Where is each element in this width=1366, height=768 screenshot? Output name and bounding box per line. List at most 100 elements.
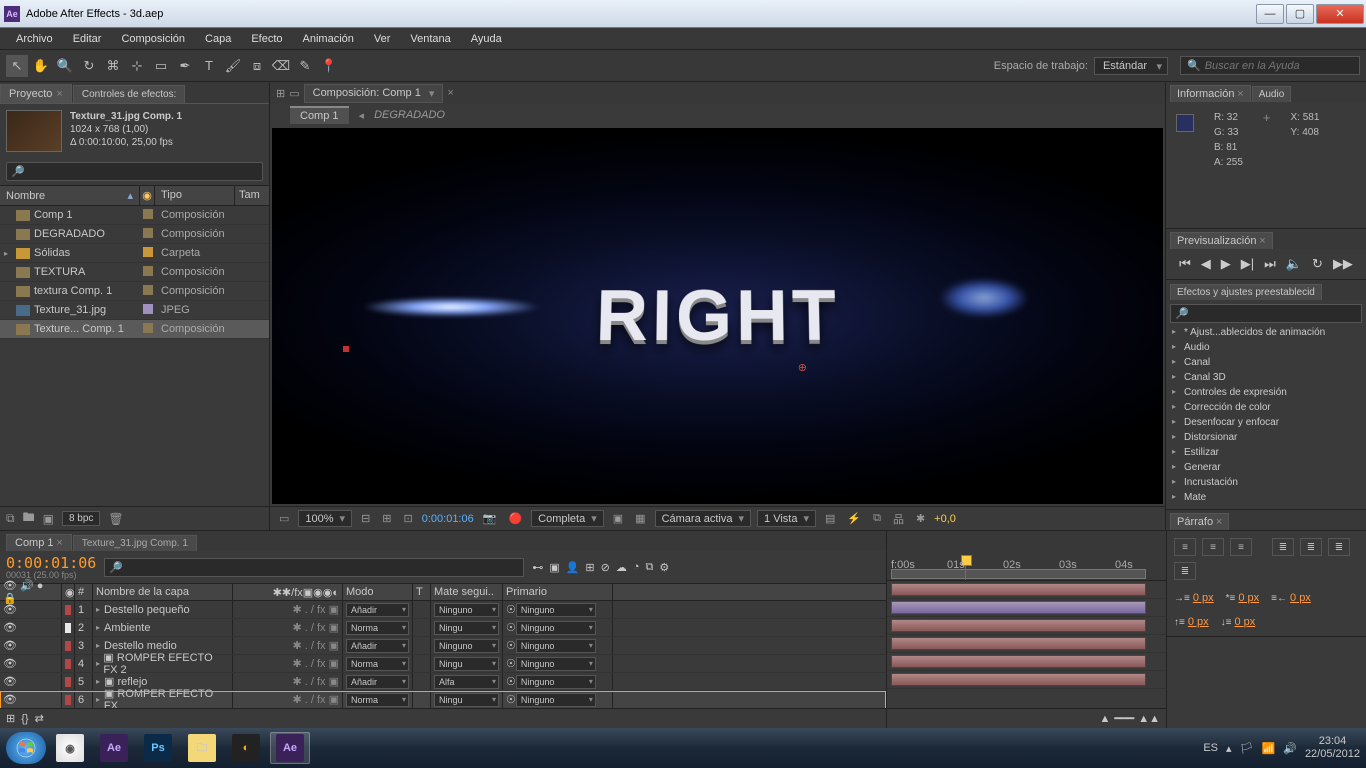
toggle-switches-icon[interactable]: ⊞ xyxy=(6,712,15,725)
first-frame-button[interactable]: ⏮ xyxy=(1179,256,1191,272)
effect-category[interactable]: Estilizar xyxy=(1170,445,1362,460)
zoom-tool[interactable]: 🔍 xyxy=(54,55,76,77)
tray-caret-icon[interactable]: ▴ xyxy=(1226,742,1232,755)
eraser-tool[interactable]: ⌫ xyxy=(270,55,292,77)
hide-shy-icon[interactable]: 👤 xyxy=(566,561,580,574)
graph-editor-icon[interactable]: ⧉ xyxy=(646,561,654,574)
folder-icon[interactable]: 🖿 xyxy=(23,508,35,529)
ruler-icon[interactable]: ⊟ xyxy=(358,512,373,525)
draft-3d-icon[interactable]: ▣ xyxy=(549,561,559,574)
selection-tool[interactable]: ↖ xyxy=(6,55,28,77)
timeline-layer-row[interactable]: 👁6▸ ▣ ROMPER EFECTO FX✱ . / fx ▣NormaNin… xyxy=(0,691,886,708)
menu-animación[interactable]: Animación xyxy=(293,30,364,48)
brainstorm-icon[interactable]: ☁ xyxy=(616,561,627,574)
camera-tool[interactable]: ⌘ xyxy=(102,55,124,77)
taskbar-app[interactable]: ◐ xyxy=(226,732,266,764)
zoom-dropdown[interactable]: 100% xyxy=(298,510,352,527)
resolution-dropdown[interactable]: Completa xyxy=(531,510,604,527)
help-search[interactable]: 🔍 xyxy=(1180,56,1360,75)
grid-icon[interactable]: ⊞ xyxy=(276,87,285,100)
auto-keyframe-icon[interactable]: ◔ xyxy=(633,561,640,574)
bpc-button[interactable]: 8 bpc xyxy=(62,511,100,526)
effect-category[interactable]: Corrección de color xyxy=(1170,400,1362,415)
toggle-modes-icon[interactable]: {} xyxy=(21,713,28,725)
loop-button[interactable]: ↻ xyxy=(1312,256,1323,272)
preview-tab[interactable]: Previsualización × xyxy=(1170,232,1273,249)
mask-icon[interactable]: ⊡ xyxy=(401,512,416,525)
camera-dropdown[interactable]: Cámara activa xyxy=(655,510,751,527)
puppet-tool[interactable]: 📍 xyxy=(318,55,340,77)
zoom-out-icon[interactable]: ▲ xyxy=(1099,713,1110,725)
menu-composición[interactable]: Composición xyxy=(111,30,195,48)
viewer-timecode[interactable]: 0:00:01:06 xyxy=(422,513,474,525)
roto-tool[interactable]: ✎ xyxy=(294,55,316,77)
grid-toggle-icon[interactable]: ⊞ xyxy=(379,512,394,525)
project-item[interactable]: TEXTURAComposición xyxy=(0,263,269,282)
timeline-icon[interactable]: ⧉ xyxy=(870,512,884,525)
ram-preview-button[interactable]: ▶▶ xyxy=(1333,256,1353,272)
menu-efecto[interactable]: Efecto xyxy=(241,30,292,48)
maximize-button[interactable]: ▢ xyxy=(1286,4,1314,24)
tray-volume-icon[interactable]: 🔊 xyxy=(1283,742,1297,755)
timeline-layer-row[interactable]: 👁4▸ ▣ ROMPER EFECTO FX 2✱ . / fx ▣NormaN… xyxy=(0,655,886,673)
effects-tab[interactable]: Efectos y ajustes preestablecid xyxy=(1170,284,1322,300)
help-search-input[interactable] xyxy=(1205,60,1353,72)
minimize-button[interactable]: — xyxy=(1256,4,1284,24)
play-button[interactable]: ▶ xyxy=(1221,256,1231,272)
project-tab[interactable]: Proyecto× xyxy=(0,84,72,103)
taskbar-explorer[interactable]: 🗀 xyxy=(182,732,222,764)
info-tab[interactable]: Información × xyxy=(1170,85,1251,102)
taskbar-ae-active[interactable]: Ae xyxy=(270,732,310,764)
last-frame-button[interactable]: ⏭ xyxy=(1264,256,1276,272)
hand-tool[interactable]: ✋ xyxy=(30,55,52,77)
mute-button[interactable]: 🔈 xyxy=(1286,256,1302,272)
effect-category[interactable]: Audio xyxy=(1170,340,1362,355)
fast-preview-icon[interactable]: ⚡ xyxy=(844,512,864,525)
prev-frame-button[interactable]: ◀ xyxy=(1201,256,1211,272)
current-time-indicator[interactable] xyxy=(965,555,966,580)
taskbar-chrome[interactable]: ◉ xyxy=(50,732,90,764)
next-frame-button[interactable]: ▶| xyxy=(1241,256,1254,272)
transparency-icon[interactable]: ▦ xyxy=(632,512,648,525)
comp-panel-dropdown[interactable]: Composición: Comp 1 xyxy=(304,84,444,103)
interpret-icon[interactable]: ⧉ xyxy=(6,511,15,526)
menu-editar[interactable]: Editar xyxy=(63,30,112,48)
text-tool[interactable]: T xyxy=(198,55,220,77)
project-item[interactable]: Texture_31.jpgJPEG xyxy=(0,301,269,320)
menu-ventana[interactable]: Ventana xyxy=(400,30,460,48)
timeline-layer-row[interactable]: 👁2▸ Ambiente✱ . / fx ▣NormaNingu☉ Ningun… xyxy=(0,619,886,637)
comp-tab[interactable]: Comp 1 xyxy=(290,106,349,124)
effect-category[interactable]: Canal xyxy=(1170,355,1362,370)
layer-icon[interactable]: ▭ xyxy=(289,87,299,100)
effect-category[interactable]: Canal 3D xyxy=(1170,370,1362,385)
magnify-icon[interactable]: ▭ xyxy=(276,512,292,525)
timeline-tab-texture[interactable]: Texture_31.jpg Comp. 1 xyxy=(73,535,197,551)
views-dropdown[interactable]: 1 Vista xyxy=(757,510,816,527)
comp-breadcrumb[interactable]: DEGRADADO xyxy=(374,109,445,121)
menu-capa[interactable]: Capa xyxy=(195,30,241,48)
zoom-slider[interactable]: ━━━ xyxy=(1114,712,1134,725)
composition-viewer[interactable]: RIGHT ⊕ xyxy=(272,128,1163,504)
effect-category[interactable]: Distorsionar xyxy=(1170,430,1362,445)
effect-category[interactable]: Mate xyxy=(1170,490,1362,505)
project-item[interactable]: ▸SólidasCarpeta xyxy=(0,244,269,263)
frame-blend-icon[interactable]: ⊞ xyxy=(585,561,594,574)
effect-controls-tab[interactable]: Controles de efectos: xyxy=(73,85,186,103)
zoom-in-icon[interactable]: ▲▲ xyxy=(1138,713,1160,725)
effect-category[interactable]: Controles de expresión xyxy=(1170,385,1362,400)
shape-tool[interactable]: ▭ xyxy=(150,55,172,77)
effect-category[interactable]: Incrustación xyxy=(1170,475,1362,490)
layer-track[interactable] xyxy=(887,581,1166,599)
flowchart-icon[interactable]: 品 xyxy=(890,511,907,527)
rotate-tool[interactable]: ↻ xyxy=(78,55,100,77)
tray-clock[interactable]: 23:0422/05/2012 xyxy=(1305,735,1360,761)
close-tab-icon[interactable]: × xyxy=(447,87,453,99)
layer-track[interactable] xyxy=(887,671,1166,689)
exposure-value[interactable]: +0,0 xyxy=(934,513,956,525)
snapshot-icon[interactable]: 📷 xyxy=(480,512,500,525)
project-item-list[interactable]: Comp 1ComposiciónDEGRADADOComposición▸Só… xyxy=(0,206,269,506)
effects-search[interactable]: 🔎 xyxy=(1170,304,1362,323)
workspace-dropdown[interactable]: Estándar xyxy=(1094,57,1168,75)
tray-lang[interactable]: ES xyxy=(1203,742,1218,754)
layer-track[interactable] xyxy=(887,599,1166,617)
